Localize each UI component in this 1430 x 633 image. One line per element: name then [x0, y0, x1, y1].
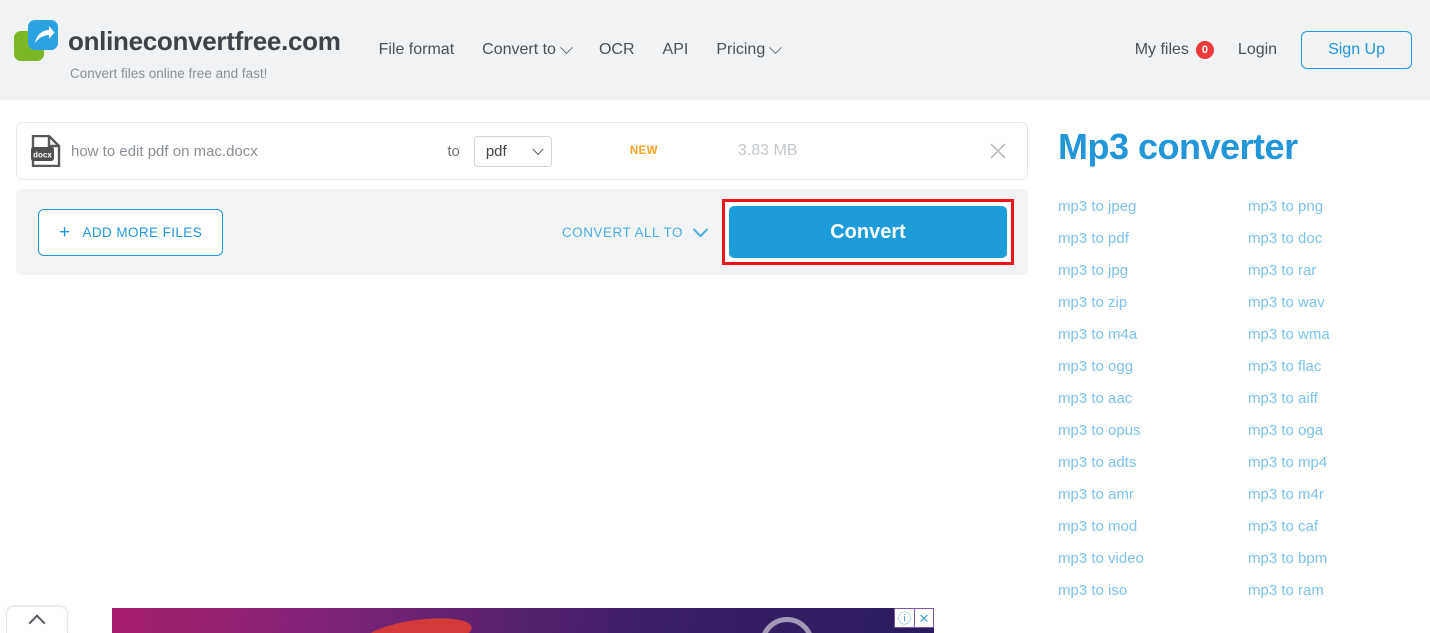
- sidebar-link[interactable]: mp3 to rar: [1248, 254, 1430, 286]
- sidebar-link[interactable]: mp3 to jpeg: [1058, 190, 1248, 222]
- sidebar-links-left: mp3 to jpeg mp3 to pdf mp3 to jpg mp3 to…: [1058, 190, 1248, 606]
- sidebar-link[interactable]: mp3 to amr: [1058, 478, 1248, 510]
- sidebar-link[interactable]: mp3 to iso: [1058, 574, 1248, 606]
- convert-all-to-dropdown[interactable]: CONVERT ALL TO: [561, 221, 709, 240]
- convert-button[interactable]: Convert: [729, 206, 1007, 258]
- collapse-panel-button[interactable]: [6, 606, 68, 633]
- add-more-files-button[interactable]: + ADD MORE FILES: [38, 208, 224, 256]
- sidebar-link-columns: mp3 to jpeg mp3 to pdf mp3 to jpg mp3 to…: [1058, 190, 1430, 606]
- nav-label: File format: [378, 41, 455, 58]
- nav-label: API: [662, 41, 689, 58]
- my-files-link[interactable]: My files 0: [1135, 41, 1214, 59]
- sidebar-link[interactable]: mp3 to oga: [1248, 414, 1430, 446]
- ad-close-icon[interactable]: ✕: [914, 609, 933, 627]
- nav-item-file-format[interactable]: File format: [379, 41, 455, 59]
- convert-button-highlight: Convert: [722, 199, 1014, 265]
- close-icon-glyph: [990, 143, 1006, 159]
- my-files-count-badge: 0: [1195, 41, 1214, 59]
- main-content: docx how to edit pdf on mac.docx to pdf …: [0, 100, 1430, 606]
- sidebar-link[interactable]: mp3 to aac: [1058, 382, 1248, 414]
- nav-label: OCR: [598, 41, 635, 58]
- file-size: 3.83 MB: [737, 142, 798, 159]
- site-header: onlineconvertfree.com Convert files onli…: [0, 0, 1430, 100]
- ad-info-icon[interactable]: ⓘ: [895, 609, 914, 627]
- file-row: docx how to edit pdf on mac.docx to pdf …: [16, 122, 1028, 180]
- brand-name: onlineconvertfree.com: [68, 25, 341, 56]
- chevron-down-icon: [769, 40, 783, 54]
- plus-icon: +: [59, 221, 71, 243]
- action-bar: + ADD MORE FILES CONVERT ALL TO Convert: [16, 189, 1028, 275]
- sidebar-link[interactable]: mp3 to aiff: [1248, 382, 1430, 414]
- signup-button[interactable]: Sign Up: [1301, 31, 1412, 69]
- ad-controls: ⓘ ✕: [894, 608, 934, 628]
- sidebar-link[interactable]: mp3 to caf: [1248, 510, 1430, 542]
- nav-item-api[interactable]: API: [663, 41, 689, 59]
- nav-item-ocr[interactable]: OCR: [599, 41, 635, 59]
- nav-item-convert-to[interactable]: Convert to: [482, 40, 573, 59]
- brand-top: onlineconvertfree.com: [14, 19, 341, 63]
- remove-file-close-icon[interactable]: [987, 140, 1009, 162]
- sidebar-link[interactable]: mp3 to jpg: [1058, 254, 1248, 286]
- sidebar-link[interactable]: mp3 to wav: [1248, 286, 1430, 318]
- target-format-select-wrap: pdf: [473, 135, 552, 167]
- sidebar-link[interactable]: mp3 to pdf: [1058, 222, 1248, 254]
- docx-file-icon: docx: [31, 134, 61, 168]
- chevron-up-icon: [28, 614, 46, 632]
- header-actions: My files 0 Login Sign Up: [1135, 31, 1412, 69]
- converter-panel: docx how to edit pdf on mac.docx to pdf …: [16, 122, 1028, 606]
- sidebar-link[interactable]: mp3 to ogg: [1058, 350, 1248, 382]
- brand-tagline: Convert files online free and fast!: [70, 66, 268, 81]
- sidebar-link[interactable]: mp3 to adts: [1058, 446, 1248, 478]
- svg-text:docx: docx: [33, 151, 52, 160]
- sidebar-link[interactable]: mp3 to doc: [1248, 222, 1430, 254]
- sidebar-link[interactable]: mp3 to zip: [1058, 286, 1248, 318]
- sidebar-link[interactable]: mp3 to video: [1058, 542, 1248, 574]
- convert-arrow-logo-icon: [14, 19, 58, 63]
- bottom-bar: ⓘ ✕: [0, 605, 1430, 633]
- my-files-label: My files: [1134, 41, 1189, 58]
- target-format-select[interactable]: pdf: [473, 135, 552, 167]
- sidebar-links-right: mp3 to png mp3 to doc mp3 to rar mp3 to …: [1248, 190, 1430, 606]
- sidebar-link[interactable]: mp3 to ram: [1248, 574, 1430, 606]
- login-link[interactable]: Login: [1238, 41, 1277, 59]
- sidebar-link[interactable]: mp3 to flac: [1248, 350, 1430, 382]
- logo-arrow-glyph: [35, 26, 55, 43]
- new-badge: NEW: [629, 145, 658, 157]
- add-more-files-label: ADD MORE FILES: [82, 224, 203, 240]
- sidebar-link[interactable]: mp3 to m4r: [1248, 478, 1430, 510]
- convert-all-to-label: CONVERT ALL TO: [561, 224, 683, 240]
- sidebar-link[interactable]: mp3 to bpm: [1248, 542, 1430, 574]
- main-nav: File format Convert to OCR API Pricing: [379, 40, 783, 59]
- ad-decoration-swoosh: [360, 612, 474, 633]
- chevron-down-icon: [560, 40, 573, 54]
- sidebar-link[interactable]: mp3 to mod: [1058, 510, 1248, 542]
- brand[interactable]: onlineconvertfree.com Convert files onli…: [14, 19, 341, 81]
- sidebar-link[interactable]: mp3 to wma: [1248, 318, 1430, 350]
- file-name: how to edit pdf on mac.docx: [71, 142, 258, 160]
- chevron-down-icon: [692, 221, 709, 237]
- nav-label: Pricing: [716, 41, 766, 58]
- sidebar: Mp3 converter mp3 to jpeg mp3 to pdf mp3…: [1046, 122, 1430, 606]
- sidebar-link[interactable]: mp3 to png: [1248, 190, 1430, 222]
- sidebar-link[interactable]: mp3 to opus: [1058, 414, 1248, 446]
- docx-file-icon-glyph: docx: [31, 134, 61, 168]
- ad-decoration-circle: [760, 617, 814, 633]
- sidebar-link[interactable]: mp3 to m4a: [1058, 318, 1248, 350]
- nav-item-pricing[interactable]: Pricing: [716, 40, 783, 59]
- nav-label: Convert to: [482, 41, 556, 58]
- to-label: to: [447, 142, 460, 160]
- sidebar-title: Mp3 converter: [1058, 126, 1298, 167]
- ad-banner[interactable]: ⓘ ✕: [112, 608, 934, 633]
- sidebar-link[interactable]: mp3 to mp4: [1248, 446, 1430, 478]
